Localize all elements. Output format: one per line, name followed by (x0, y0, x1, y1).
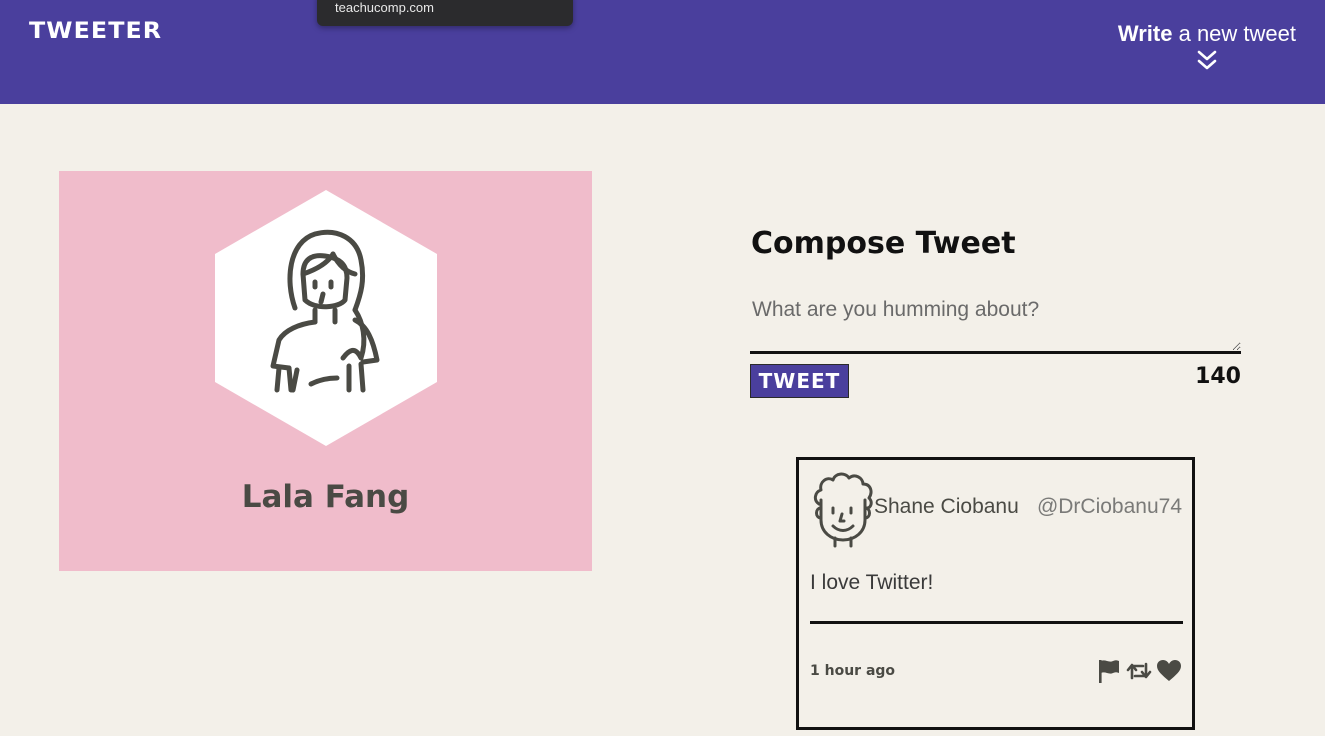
write-new-tweet-toggle[interactable]: Write a new tweet (1118, 20, 1296, 48)
curly-hair-avatar-icon (813, 472, 873, 548)
heart-icon[interactable] (1156, 658, 1182, 684)
write-new-tweet-label: Write a new tweet (1118, 20, 1296, 48)
profile-card: Lala Fang (59, 171, 592, 571)
tweet-textarea[interactable] (750, 292, 1241, 354)
top-nav: TWEETER Write a new tweet (0, 0, 1325, 104)
tweet-author-handle: @DrCiobanu74 (1036, 495, 1182, 518)
url-tooltip: teachucomp.com (317, 0, 573, 26)
character-counter: 140 (1195, 364, 1241, 389)
retweet-icon[interactable] (1126, 658, 1152, 684)
tweet-divider (810, 621, 1183, 624)
woman-avatar-icon (215, 190, 437, 446)
tweet-timestamp: 1 hour ago (810, 663, 896, 679)
tweet-actions (1096, 657, 1182, 685)
tweet-author-name: Shane Ciobanu (874, 495, 1019, 518)
write-rest: a new tweet (1172, 21, 1296, 46)
url-tooltip-text: teachucomp.com (335, 0, 434, 15)
profile-name: Lala Fang (241, 479, 410, 515)
tweet-submit-button[interactable]: TWEET (750, 364, 849, 398)
brand-logo[interactable]: TWEETER (29, 19, 162, 44)
write-bold: Write (1117, 21, 1173, 46)
tweet-text: I love Twitter! (810, 571, 934, 594)
tweet-card: Shane Ciobanu @DrCiobanu74 I love Twitte… (796, 457, 1195, 730)
flag-icon[interactable] (1096, 658, 1122, 684)
compose-title: Compose Tweet (751, 226, 1016, 261)
double-chevron-down-icon[interactable] (1197, 49, 1217, 73)
